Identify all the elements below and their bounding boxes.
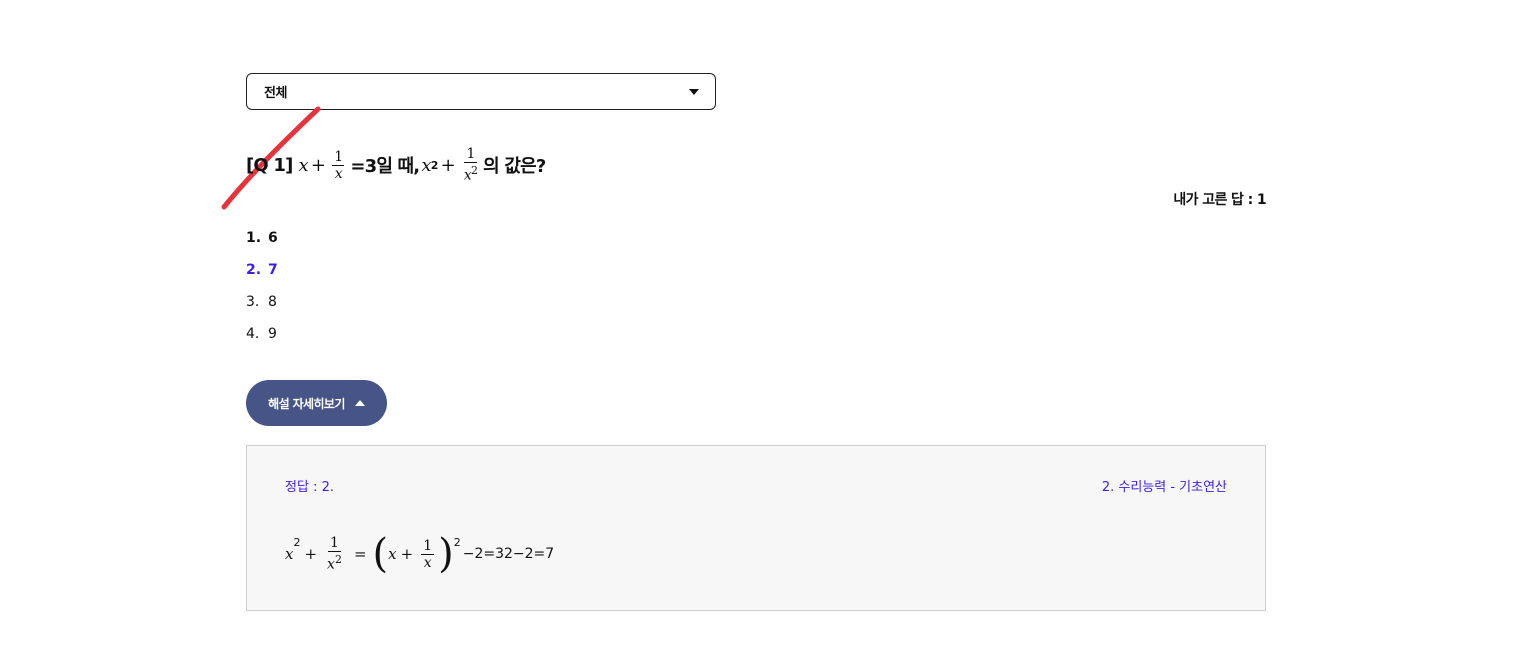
math-var-x: x [298, 154, 309, 176]
option-text: 8 [268, 294, 277, 310]
option-item[interactable]: 3. 8 [246, 294, 278, 326]
math-equals: = [353, 545, 367, 563]
math-plus: + [400, 545, 414, 563]
fraction-numerator: 1 [464, 146, 477, 164]
option-text: 6 [268, 230, 278, 246]
question-title: [Q 1] x + 1 x =3일 때, x2 + 1 x2 의 값은? [246, 142, 546, 188]
math-var-x: x [463, 167, 472, 184]
option-number: 4. [246, 326, 260, 342]
explanation-panel: 정답 : 2. 2. 수리능력 - 기초연산 x2 + 1 x2 = ( x +… [246, 445, 1266, 611]
fraction-numerator: 1 [421, 537, 435, 555]
math-exponent: 2 [430, 158, 439, 172]
option-number: 3. [246, 294, 260, 310]
math-exponent: 2 [470, 164, 478, 178]
caret-down-icon [689, 89, 699, 95]
caret-up-icon [354, 400, 365, 406]
option-number: 1. [246, 230, 262, 246]
math-var-x: x [285, 545, 294, 563]
fraction-1-over-x-squared: 1 x2 [462, 146, 479, 184]
math-exponent: 2 [293, 536, 301, 549]
math-plus: + [304, 545, 318, 563]
fraction-denominator: x2 [462, 163, 479, 184]
option-text: 7 [268, 262, 278, 278]
math-plus: + [440, 154, 456, 176]
my-selected-answer: 내가 고른 답 : 1 [1173, 192, 1266, 208]
explanation-toggle-button[interactable]: 해설 자세히보기 [246, 380, 387, 426]
math-paren-close: ) [438, 531, 454, 577]
option-item[interactable]: 1. 6 [246, 230, 278, 262]
math-plus: + [310, 154, 326, 176]
fraction-1-over-x: 1 x [421, 537, 435, 571]
math-paren-open: ( [372, 531, 389, 577]
explanation-toggle-label: 해설 자세히보기 [268, 396, 345, 411]
fraction-numerator: 1 [328, 535, 341, 553]
fraction-1-over-x: 1 x [332, 148, 345, 182]
filter-selected-value: 전체 [264, 86, 287, 101]
solution-formula: x2 + 1 x2 = ( x + 1 x ) 2 −2=32−2=7 [285, 534, 554, 574]
question-number: [Q 1] [246, 154, 293, 176]
math-exponent: 2 [453, 536, 461, 549]
fraction-denominator: x [334, 165, 343, 182]
solution-result: −2=32−2=7 [462, 546, 555, 562]
question-condition: =3일 때, [350, 156, 420, 177]
math-exponent: 2 [334, 553, 342, 567]
question-suffix: 의 값은? [483, 156, 546, 177]
option-text: 9 [268, 326, 277, 342]
option-number: 2. [246, 262, 262, 278]
option-item[interactable]: 4. 9 [246, 326, 278, 358]
fraction-numerator: 1 [332, 148, 345, 166]
question-category: 2. 수리능력 - 기초연산 [1101, 480, 1227, 495]
answer-options-list: 1. 6 2. 7 3. 8 4. 9 [246, 230, 278, 358]
math-var-x: x [388, 545, 397, 563]
fraction-1-over-x-squared: 1 x2 [325, 535, 344, 573]
fraction-denominator: x [423, 554, 432, 571]
math-var-x: x [421, 154, 431, 176]
correct-answer-label: 정답 : 2. [285, 480, 334, 495]
fraction-denominator: x2 [325, 552, 344, 573]
option-item[interactable]: 2. 7 [246, 262, 278, 294]
math-var-x: x [327, 556, 335, 573]
